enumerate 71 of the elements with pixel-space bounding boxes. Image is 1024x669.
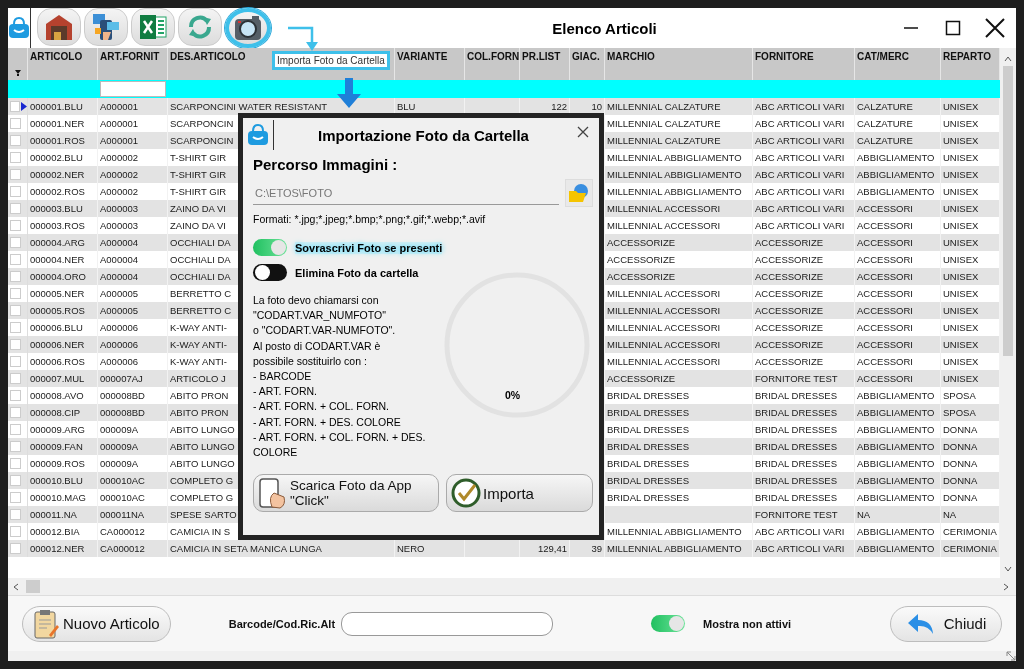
row-checkbox[interactable] xyxy=(10,407,21,418)
row-checkbox[interactable] xyxy=(10,169,21,180)
row-checkbox[interactable] xyxy=(10,373,21,384)
callout-connector xyxy=(288,24,318,52)
row-checkbox[interactable] xyxy=(10,237,21,248)
row-checkbox[interactable] xyxy=(10,305,21,316)
row-checkbox[interactable] xyxy=(10,288,21,299)
checkmark-icon xyxy=(451,478,482,509)
toolbar-button[interactable] xyxy=(37,8,81,46)
barcode-field[interactable] xyxy=(341,611,554,636)
row-checkbox[interactable] xyxy=(10,509,21,520)
phone-media-icon xyxy=(91,12,121,42)
folder-globe-icon xyxy=(568,183,590,203)
row-checkbox[interactable] xyxy=(10,339,21,350)
row-checkbox[interactable] xyxy=(10,203,21,214)
scrollbar-thumb[interactable] xyxy=(1003,66,1013,356)
table-cell: MILLENNIAL ABBIGLIAMENTO xyxy=(605,540,753,557)
bag-logo-icon xyxy=(247,124,269,146)
row-checkbox[interactable] xyxy=(10,186,21,197)
row-checkbox[interactable] xyxy=(10,220,21,231)
row-checkbox[interactable] xyxy=(10,356,21,367)
new-article-button[interactable]: Nuovo Articolo xyxy=(22,605,171,642)
resize-grip-icon[interactable] xyxy=(1006,651,1016,661)
table-cell: ABBIGLIAMENTO xyxy=(855,540,941,557)
close-button[interactable]: Chiudi xyxy=(890,605,1002,642)
row-checkbox[interactable] xyxy=(10,390,21,401)
table-cell: ABC ARTICOLI VARI xyxy=(753,540,855,557)
toolbar-button[interactable] xyxy=(225,8,271,48)
table-cell: 000012.NER xyxy=(28,540,98,557)
scroll-down-icon[interactable] xyxy=(1003,564,1013,574)
down-arrow-icon xyxy=(336,78,362,108)
download-button[interactable]: Scarica Foto da App "Click" xyxy=(253,474,440,513)
spreadsheet-icon xyxy=(138,12,168,42)
toolbar-button[interactable] xyxy=(84,8,128,46)
window-title: Elenco Articoli xyxy=(551,19,658,37)
row-checkbox[interactable] xyxy=(10,135,21,146)
row-checkbox[interactable] xyxy=(10,101,21,112)
toggle-label: Mostra non attivi xyxy=(703,617,792,630)
row-checkbox[interactable] xyxy=(10,322,21,333)
camera-icon xyxy=(234,15,262,41)
row-checkbox[interactable] xyxy=(10,475,21,486)
folder-button[interactable] xyxy=(565,179,593,207)
row-checkbox[interactable] xyxy=(10,118,21,129)
toggle-switch[interactable] xyxy=(253,264,287,281)
row-checkbox[interactable] xyxy=(10,271,21,282)
toggle-switch[interactable] xyxy=(651,615,686,632)
scroll-right-icon[interactable] xyxy=(1002,581,1010,592)
row-checkbox[interactable] xyxy=(10,492,21,503)
scroll-left-icon[interactable] xyxy=(12,581,20,592)
scroll-up-icon[interactable] xyxy=(1003,54,1013,64)
import-button[interactable]: Importa xyxy=(446,474,593,513)
table-cell: CA000012 xyxy=(98,540,168,557)
tooltip: Importa Foto da Cartella xyxy=(272,51,390,70)
row-checkbox[interactable] xyxy=(10,152,21,163)
row-checkbox[interactable] xyxy=(10,458,21,469)
progress-reading: 0% xyxy=(505,389,521,401)
path-field[interactable]: C:\ETOS\FOTO xyxy=(253,181,559,205)
row-checkbox[interactable] xyxy=(10,424,21,435)
row-checkbox[interactable] xyxy=(10,526,21,537)
warehouse-icon xyxy=(44,12,74,42)
close-icon[interactable] xyxy=(577,126,589,138)
row-pointer-icon xyxy=(21,102,27,111)
clipboard-icon xyxy=(33,608,59,639)
phone-tap-icon xyxy=(258,477,288,510)
toggle-switch[interactable] xyxy=(253,239,287,256)
filter-field[interactable] xyxy=(100,81,166,97)
row-checkbox[interactable] xyxy=(10,441,21,452)
scrollbar-thumb[interactable] xyxy=(26,580,40,593)
row-checkbox[interactable] xyxy=(10,254,21,265)
row-checkbox[interactable] xyxy=(10,543,21,554)
barcode-label: Barcode/Cod.Ric.Alt xyxy=(228,617,336,630)
